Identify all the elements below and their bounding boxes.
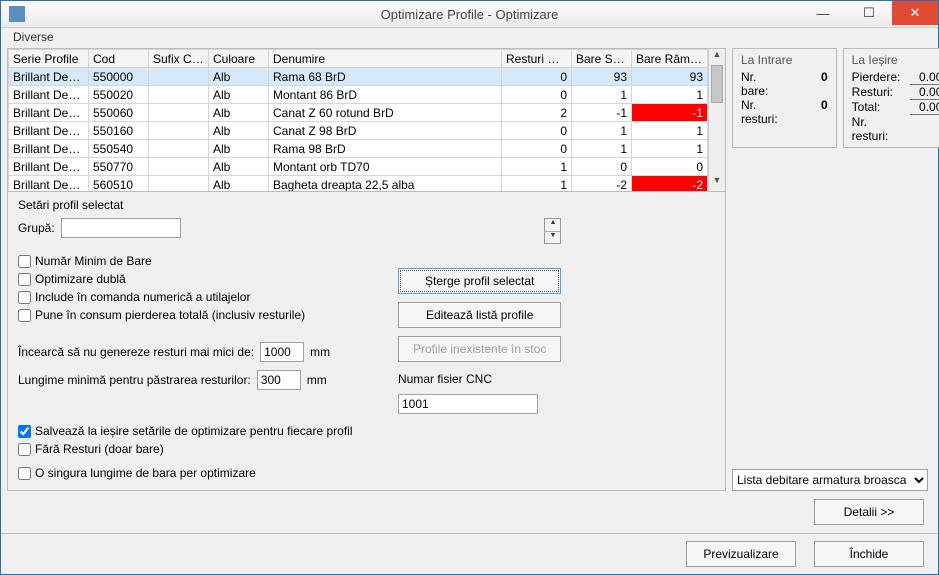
previzualizare-button[interactable]: Previzualizare xyxy=(686,541,796,567)
column-header[interactable]: Serie Profile xyxy=(9,50,89,68)
table-row[interactable]: Brillant Design550540AlbRama 98 BrD011 xyxy=(9,140,708,158)
lista-debitare-combo[interactable]: Lista debitare armatura broasca xyxy=(732,469,928,491)
column-header[interactable]: Sufix Cod xyxy=(149,50,209,68)
ck-pierdere[interactable]: Pune în consum pierderea totală (inclusi… xyxy=(18,308,368,322)
column-header[interactable]: Cod xyxy=(89,50,149,68)
table-row[interactable]: Brillant Design550000AlbRama 68 BrD09393 xyxy=(9,68,708,86)
table-row[interactable]: Brillant Design550060AlbCanat Z 60 rotun… xyxy=(9,104,708,122)
resturi-min-label: Încearcă să nu genereze resturi mai mici… xyxy=(18,345,254,359)
stepper[interactable]: ▲ ▼ xyxy=(544,218,561,244)
column-header[interactable]: Culoare xyxy=(209,50,269,68)
column-header[interactable]: Bare Rămase xyxy=(632,50,708,68)
close-button[interactable]: ✕ xyxy=(892,1,938,25)
grid-scrollbar[interactable]: ▲ ▼ xyxy=(708,49,725,191)
scroll-up-icon[interactable]: ▲ xyxy=(709,49,725,65)
edit-list-button[interactable]: Editează listă profile xyxy=(398,302,561,328)
inchide-button[interactable]: Închide xyxy=(814,541,924,567)
table-row[interactable]: Brillant Design550160AlbCanat Z 98 BrD01… xyxy=(9,122,708,140)
title-bar[interactable]: Optimizare Profile - Optimizare — ☐ ✕ xyxy=(1,1,938,28)
ck-fara-resturi[interactable]: Fără Resturi (doar bare) xyxy=(18,442,715,456)
maximize-button[interactable]: ☐ xyxy=(846,1,892,25)
intrare-box: La Intrare Nr. bare:0 Nr. resturi:0 xyxy=(732,48,837,148)
missing-profiles-button: Profile inexistente în stoc xyxy=(398,336,561,362)
column-header[interactable]: Bare Stoc xyxy=(572,50,632,68)
column-header[interactable]: Resturi Stoc xyxy=(502,50,572,68)
ck-min-bare[interactable]: Număr Minim de Bare xyxy=(18,254,368,268)
resturi-min-input[interactable] xyxy=(260,342,304,362)
settings-panel: Setări profil selectat Grupă: Număr Mini… xyxy=(7,192,726,491)
table-row[interactable]: Brillant Design550770AlbMontant orb TD70… xyxy=(9,158,708,176)
ck-salveaza[interactable]: Salvează la ieșire setările de optimizar… xyxy=(18,424,715,438)
minimize-button[interactable]: — xyxy=(800,1,846,25)
grupa-label: Grupă: xyxy=(18,221,55,235)
lungime-min-input[interactable] xyxy=(257,370,301,390)
menu-bar: Diverse xyxy=(1,28,938,46)
delete-profile-button[interactable]: Șterge profil selectat xyxy=(398,268,561,294)
table-row[interactable]: Brillant Design560510AlbBagheta dreapta … xyxy=(9,176,708,192)
scroll-thumb[interactable] xyxy=(711,65,723,103)
settings-title: Setări profil selectat xyxy=(18,198,715,212)
ck-singura-lungime[interactable]: O singura lungime de bara per optimizare xyxy=(18,466,715,480)
detalii-button[interactable]: Detalii >> xyxy=(814,499,924,525)
profile-grid[interactable]: Serie ProfileCodSufix CodCuloareDenumire… xyxy=(7,48,726,192)
ck-opt-dubla[interactable]: Optimizare dublă xyxy=(18,272,368,286)
column-header[interactable]: Denumire xyxy=(269,50,502,68)
table-row[interactable]: Brillant Design550020AlbMontant 86 BrD01… xyxy=(9,86,708,104)
scroll-down-icon[interactable]: ▼ xyxy=(709,175,725,191)
stepper-up-icon[interactable]: ▲ xyxy=(545,219,560,231)
lungime-min-label: Lungime minimă pentru păstrarea resturil… xyxy=(18,373,251,387)
cnc-input[interactable] xyxy=(398,394,538,414)
window-title: Optimizare Profile - Optimizare xyxy=(1,7,938,22)
menu-diverse[interactable]: Diverse xyxy=(7,28,60,46)
cnc-label: Numar fisier CNC xyxy=(398,372,561,386)
grupa-input[interactable] xyxy=(61,218,181,238)
iesire-box: La Ieșire Pierdere:0.00 % Resturi:0.00 %… xyxy=(843,48,939,148)
app-window: Optimizare Profile - Optimizare — ☐ ✕ Di… xyxy=(0,0,939,575)
bottom-bar: Previzualizare Închide xyxy=(1,533,938,575)
ck-include-num[interactable]: Include în comanda numerică a utilajelor xyxy=(18,290,368,304)
stepper-down-icon[interactable]: ▼ xyxy=(545,231,560,243)
